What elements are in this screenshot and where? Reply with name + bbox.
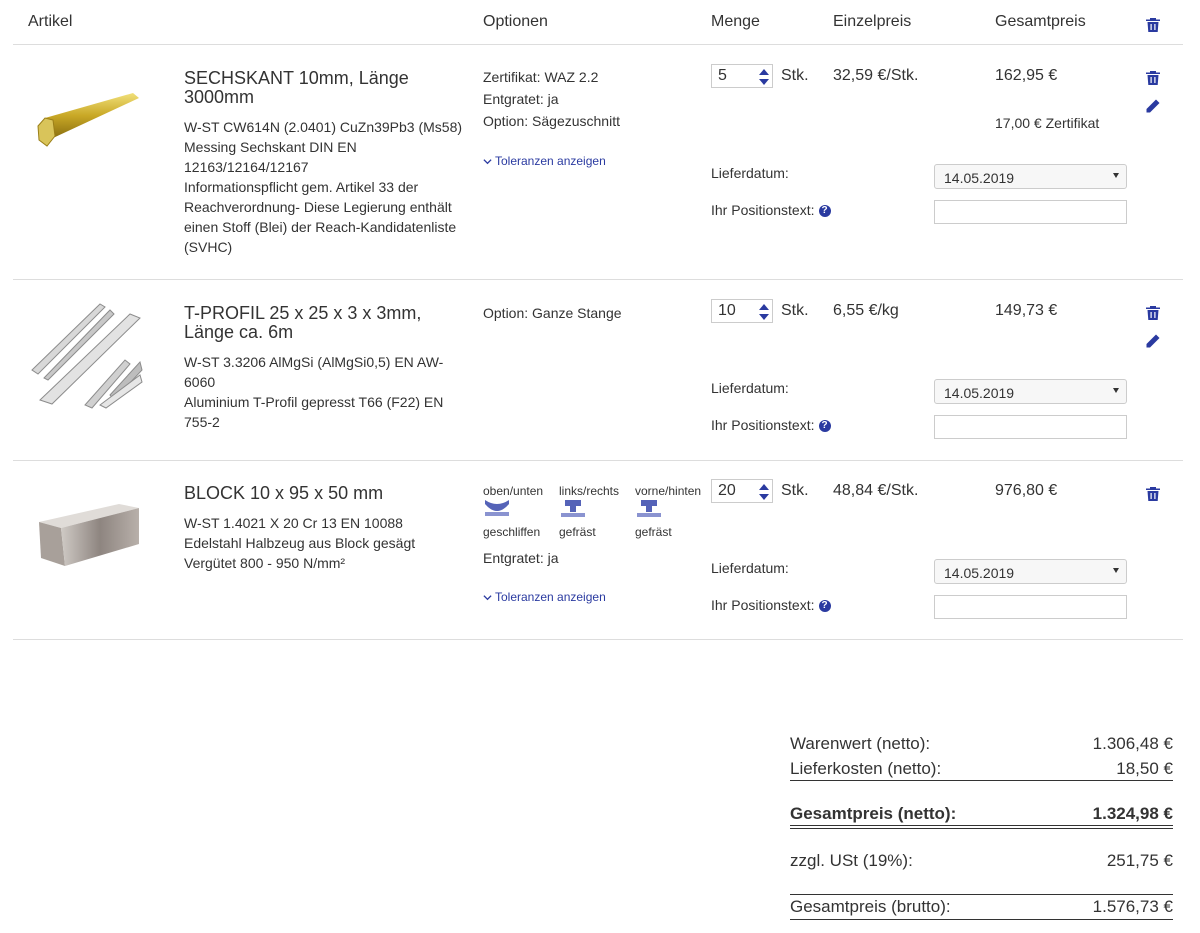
trash-icon[interactable] (1145, 70, 1161, 86)
quantity-stepper[interactable]: 10 (711, 299, 773, 323)
vat-row: zzgl. USt (19%): 251,75 € (790, 851, 1173, 870)
quantity-unit: Stk. (781, 67, 809, 84)
divider (790, 825, 1173, 826)
processing-top-bottom: oben/unten geschliffen (483, 484, 544, 539)
total-price: 149,73 € (995, 302, 1058, 319)
tolerances-link[interactable]: Toleranzen anzeigen (483, 154, 606, 168)
help-icon[interactable]: ? (818, 420, 831, 433)
divider (790, 828, 1173, 829)
milling-icon (561, 500, 585, 517)
position-text-label: Ihr Positionstext:? (711, 417, 831, 433)
quantity-stepper[interactable]: 5 (711, 64, 773, 88)
quantity-stepper[interactable]: 20 (711, 479, 773, 503)
processing-front-back: vorne/hinten gefräst (635, 484, 702, 539)
col-header-unit-price: Einzelpreis (833, 13, 912, 30)
item-description: W-ST CW614N (2.0401) CuZn39Pb3 (Ms58) Mes… (184, 119, 463, 255)
delivery-date-select[interactable]: 14.05.2019 (934, 379, 1127, 404)
divider (13, 460, 1183, 461)
certificate-fee: 17,00 € Zertifikat (995, 115, 1100, 131)
trash-icon[interactable] (1145, 305, 1161, 321)
position-text-input[interactable] (934, 415, 1127, 439)
divider (790, 780, 1173, 781)
item-options: Entgratet: ja (483, 550, 559, 566)
unit-price: 6,55 €/kg (833, 302, 899, 319)
position-text-label: Ihr Positionstext:? (711, 202, 831, 218)
chevron-down-icon (483, 594, 492, 600)
net-total-row: Gesamtpreis (netto): 1.324,98 € (790, 804, 1173, 823)
item-title: T-PROFIL 25 x 25 x 3 x 3mm, Länge ca. 6m (184, 303, 422, 342)
goods-value-row: Warenwert (netto): 1.306,48 € (790, 734, 1173, 753)
delivery-label: Lieferdatum: (711, 165, 789, 181)
position-text-input[interactable] (934, 200, 1127, 224)
spinner-arrows-icon[interactable] (757, 481, 771, 503)
steel-block-image (39, 504, 139, 566)
delivery-date-select[interactable]: 14.05.2019 (934, 164, 1127, 189)
item-title: SECHSKANT 10mm, Länge 3000mm (184, 68, 409, 107)
item-description: W-ST 3.3206 AlMgSi (AlMgSi0,5) EN AW- 606… (184, 354, 444, 430)
quantity-unit: Stk. (781, 302, 809, 319)
pencil-icon[interactable] (1145, 98, 1161, 114)
shipping-row: Lieferkosten (netto): 18,50 € (790, 759, 1173, 778)
col-header-quantity: Menge (711, 13, 760, 30)
divider (790, 919, 1173, 920)
divider (13, 279, 1183, 280)
delivery-label: Lieferdatum: (711, 380, 789, 396)
grinding-icon (485, 500, 509, 516)
col-header-options: Optionen (483, 13, 548, 30)
total-price: 162,95 € (995, 67, 1058, 84)
unit-price: 32,59 €/Stk. (833, 67, 919, 84)
spinner-arrows-icon[interactable] (757, 66, 771, 88)
tolerances-link[interactable]: Toleranzen anzeigen (483, 590, 606, 604)
delivery-label: Lieferdatum: (711, 560, 789, 576)
divider (790, 894, 1173, 895)
help-icon[interactable]: ? (818, 600, 831, 613)
gross-total-row: Gesamtpreis (brutto): 1.576,73 € (790, 897, 1173, 916)
position-text-input[interactable] (934, 595, 1127, 619)
caret-down-icon (1113, 568, 1119, 573)
aluminium-t-profile-image (31, 303, 143, 409)
item-title: BLOCK 10 x 95 x 50 mm (184, 483, 384, 503)
quantity-unit: Stk. (781, 482, 809, 499)
chevron-down-icon (483, 158, 492, 164)
delivery-date-select[interactable]: 14.05.2019 (934, 559, 1127, 584)
total-price: 976,80 € (995, 482, 1058, 499)
position-text-label: Ihr Positionstext:? (711, 597, 831, 613)
col-header-article: Artikel (28, 13, 73, 30)
trash-icon[interactable] (1145, 486, 1161, 502)
help-icon[interactable]: ? (818, 205, 831, 218)
caret-down-icon (1113, 388, 1119, 393)
col-header-total-price: Gesamtpreis (995, 13, 1086, 30)
brass-hex-bar-image (37, 93, 139, 147)
spinner-arrows-icon[interactable] (757, 301, 771, 323)
trash-all-icon[interactable] (1145, 17, 1161, 33)
item-options: Zertifikat: WAZ 2.2 Entgratet: ja Option: … (483, 69, 620, 129)
item-description: W-ST 1.4021 X 20 Cr 13 EN 10088 Edelstahl… (184, 515, 416, 571)
pencil-icon[interactable] (1145, 333, 1161, 349)
caret-down-icon (1113, 173, 1119, 178)
unit-price: 48,84 €/Stk. (833, 482, 919, 499)
processing-left-right: links/rechts gefräst (559, 484, 620, 539)
milling-icon (637, 500, 661, 517)
divider (13, 639, 1183, 640)
divider (13, 44, 1183, 45)
item-options: Option: Ganze Stange (483, 305, 622, 321)
